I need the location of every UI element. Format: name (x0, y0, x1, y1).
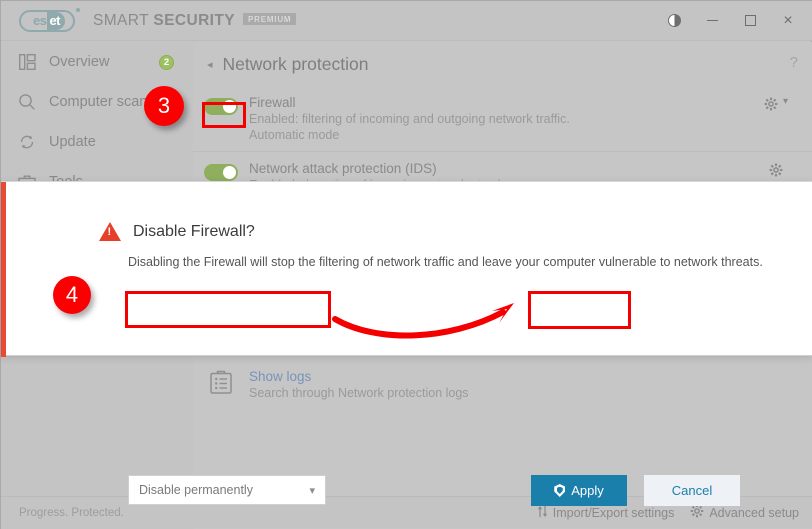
title-bar: es et SMART SECURITY PREMIUM × (1, 1, 812, 41)
sidebar-item-label: Update (49, 134, 96, 150)
eset-main-window: es et SMART SECURITY PREMIUM × Overview … (0, 0, 812, 529)
logs-icon-cell (193, 370, 249, 399)
annotation-step-4: 4 (53, 276, 91, 314)
brand-security: SECURITY (153, 11, 235, 29)
annotation-arrow (332, 303, 514, 339)
annotation-box-firewall-toggle (202, 102, 246, 128)
import-export-settings-button[interactable]: Import/Export settings (537, 505, 675, 521)
sidebar-item-overview[interactable]: Overview 2 (1, 42, 193, 82)
ids-name: Network attack protection (IDS) (249, 161, 437, 176)
window-controls: × (655, 1, 812, 41)
maximize-button[interactable] (731, 1, 769, 41)
ids-toggle-cell (193, 160, 249, 181)
overview-badge: 2 (159, 54, 174, 70)
logo-text-es: es (32, 13, 47, 28)
dialog-body-text: Disabling the Firewall will stop the fil… (128, 255, 763, 269)
up-down-arrow-icon (537, 505, 548, 521)
brand-smart: SMART (93, 11, 154, 29)
show-logs-desc: Search through Network protection logs (249, 386, 469, 400)
dialog-header: Disable Firewall? (99, 222, 255, 241)
dialog-title: Disable Firewall? (133, 222, 255, 240)
close-icon: × (783, 11, 793, 29)
product-title: SMART SECURITY PREMIUM (93, 11, 297, 30)
eset-logo: es et (19, 7, 80, 32)
advanced-setup-label: Advanced setup (709, 505, 799, 520)
apply-button[interactable]: Apply (531, 475, 627, 506)
logs-text: Show logs Search through Network protect… (249, 368, 469, 401)
ids-toggle[interactable] (204, 164, 238, 181)
status-progress-text: Progress. Protected. (19, 506, 124, 519)
shield-icon (554, 484, 566, 497)
import-export-label: Import/Export settings (552, 505, 675, 520)
sidebar-item-label: Computer scan (49, 94, 148, 110)
protection-row-firewall: Firewall Enabled: filtering of incoming … (193, 86, 812, 151)
firewall-text: Firewall Enabled: filtering of incoming … (249, 94, 740, 143)
firewall-name: Firewall (249, 95, 296, 110)
minimize-icon (706, 19, 718, 22)
contrast-icon (667, 14, 681, 27)
apply-label: Apply (571, 483, 604, 498)
chevron-down-icon[interactable]: ▾ (783, 96, 788, 107)
disable-duration-select[interactable]: Disable permanently ▾ (128, 475, 326, 505)
show-logs-row[interactable]: Show logs Search through Network protect… (193, 360, 812, 409)
cancel-button[interactable]: Cancel (644, 475, 740, 506)
edition-badge: PREMIUM (242, 12, 297, 25)
dialog-accent-bar (1, 182, 6, 357)
refresh-icon (17, 132, 37, 152)
dashboard-icon (17, 52, 37, 72)
warning-icon (99, 222, 121, 241)
annotation-box-select (125, 291, 331, 328)
gear-icon[interactable] (764, 96, 779, 111)
page-header: ◂ Network protection ? (193, 42, 812, 86)
page-title: Network protection (222, 53, 369, 74)
logo-text-et: et (47, 11, 66, 30)
firewall-status: Enabled: filtering of incoming and outgo… (249, 112, 570, 126)
maximize-icon (744, 15, 756, 26)
chevron-down-icon: ▾ (309, 484, 315, 497)
back-arrow-icon[interactable]: ◂ (207, 58, 213, 71)
logo-registered-dot (76, 7, 80, 12)
cancel-label: Cancel (671, 483, 713, 498)
clipboard-icon (210, 370, 232, 399)
annotation-step-3: 3 (144, 86, 184, 126)
show-logs-link[interactable]: Show logs (249, 368, 469, 385)
firewall-settings-cell: ▾ (740, 94, 812, 111)
ids-settings-cell (740, 160, 812, 177)
minimize-button[interactable] (693, 1, 731, 41)
sidebar-item-label: Overview (49, 54, 110, 70)
annotation-box-apply (528, 291, 631, 329)
close-button[interactable]: × (769, 1, 807, 41)
gear-icon (690, 504, 704, 521)
select-value: Disable permanently (139, 483, 253, 497)
magnifier-icon (17, 92, 37, 112)
toggle-knob (223, 166, 236, 179)
gear-icon[interactable] (769, 162, 784, 177)
advanced-setup-button[interactable]: Advanced setup (690, 504, 799, 521)
firewall-mode: Automatic mode (249, 128, 340, 142)
sidebar-item-update[interactable]: Update (1, 122, 193, 162)
help-icon[interactable]: ? (790, 54, 798, 71)
status-actions: Import/Export settings Advanced setup (537, 504, 799, 521)
contrast-toggle-button[interactable] (655, 1, 693, 41)
